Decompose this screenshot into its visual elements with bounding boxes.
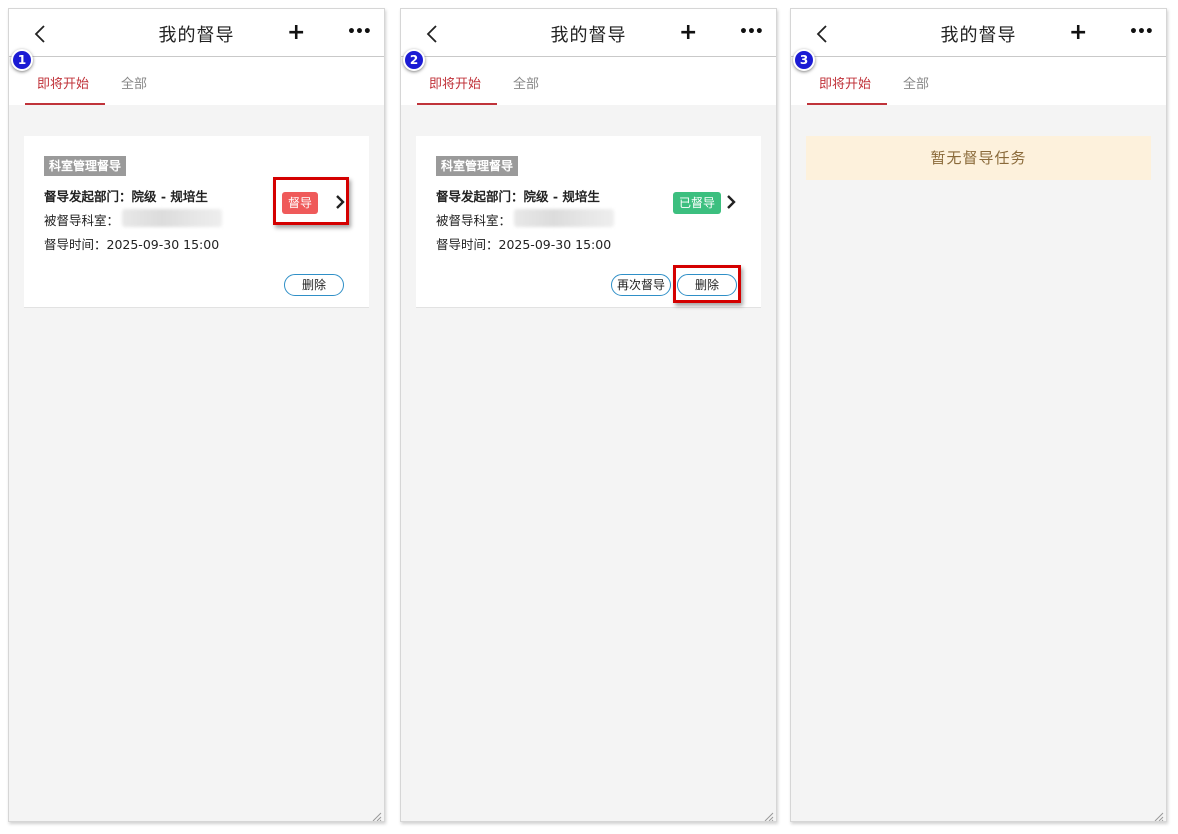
plus-icon[interactable]: +	[1069, 22, 1087, 44]
tab-active-indicator	[807, 103, 887, 105]
chevron-right-icon[interactable]	[725, 194, 737, 210]
time-text: 督导时间：2025-09-30 15:00	[44, 237, 220, 252]
nav-bar: 我的督导 + •••	[9, 9, 384, 57]
tab-upcoming[interactable]: 即将开始	[37, 73, 89, 92]
screen-panel-2: 我的督导 + ••• 即将开始 全部 2 科室管理督导 督导发起部门：院级 - …	[400, 8, 777, 822]
initiator-text: 督导发起部门：院级 - 规培生	[44, 189, 208, 204]
tab-all[interactable]: 全部	[903, 73, 929, 92]
tab-bar: 即将开始 全部	[401, 57, 776, 105]
supervision-card[interactable]: 科室管理督导 督导发起部门：院级 - 规培生 被督导科室： 督导时间：2025-…	[416, 136, 761, 308]
resupervise-button[interactable]: 再次督导	[611, 274, 671, 296]
page-title: 我的督导	[550, 25, 627, 46]
page-title: 我的督导	[940, 25, 1017, 46]
redacted-dept-value	[122, 209, 222, 227]
resize-grip-icon[interactable]	[370, 807, 382, 821]
resize-grip-icon[interactable]	[1152, 807, 1164, 821]
more-icon[interactable]: •••	[739, 23, 764, 43]
tab-active-indicator	[417, 103, 497, 105]
delete-button[interactable]: 删除	[284, 274, 344, 296]
empty-state-message: 暂无督导任务	[806, 136, 1151, 180]
tab-all[interactable]: 全部	[121, 73, 147, 92]
initiator-text: 督导发起部门：院级 - 规培生	[436, 189, 600, 204]
tab-upcoming[interactable]: 即将开始	[819, 73, 871, 92]
plus-icon[interactable]: +	[287, 22, 305, 44]
nav-bar: 我的督导 + •••	[401, 9, 776, 57]
redacted-dept-value	[514, 209, 614, 227]
chevron-right-icon[interactable]	[334, 194, 346, 210]
screen-panel-1: 我的督导 + ••• 即将开始 全部 1 科室管理督导 督导发起部门：院级 - …	[8, 8, 385, 822]
supervision-card[interactable]: 科室管理督导 督导发起部门：院级 - 规培生 被督导科室： 督导时间：2025-…	[24, 136, 369, 308]
dept-label: 被督导科室：	[44, 213, 120, 228]
delete-button[interactable]: 删除	[677, 274, 737, 296]
step-number-badge: 2	[403, 49, 425, 71]
plus-icon[interactable]: +	[679, 22, 697, 44]
step-number-badge: 1	[11, 49, 33, 71]
tab-all[interactable]: 全部	[513, 73, 539, 92]
resize-grip-icon[interactable]	[762, 807, 774, 821]
tab-bar: 即将开始 全部	[9, 57, 384, 105]
dept-label: 被督导科室：	[436, 213, 512, 228]
more-icon[interactable]: •••	[347, 23, 372, 43]
time-text: 督导时间：2025-09-30 15:00	[436, 237, 612, 252]
screen-panel-3: 我的督导 + ••• 即将开始 全部 3 暂无督导任务	[790, 8, 1167, 822]
more-icon[interactable]: •••	[1129, 23, 1154, 43]
nav-bar: 我的督导 + •••	[791, 9, 1166, 57]
category-badge: 科室管理督导	[436, 156, 519, 176]
supervise-status-button[interactable]: 督导	[282, 192, 319, 214]
tab-bar: 即将开始 全部	[791, 57, 1166, 105]
page-title: 我的督导	[158, 25, 235, 46]
tab-upcoming[interactable]: 即将开始	[429, 73, 481, 92]
category-badge: 科室管理督导	[44, 156, 127, 176]
step-number-badge: 3	[793, 49, 815, 71]
tab-active-indicator	[25, 103, 105, 105]
supervised-status-badge[interactable]: 已督导	[673, 192, 722, 214]
